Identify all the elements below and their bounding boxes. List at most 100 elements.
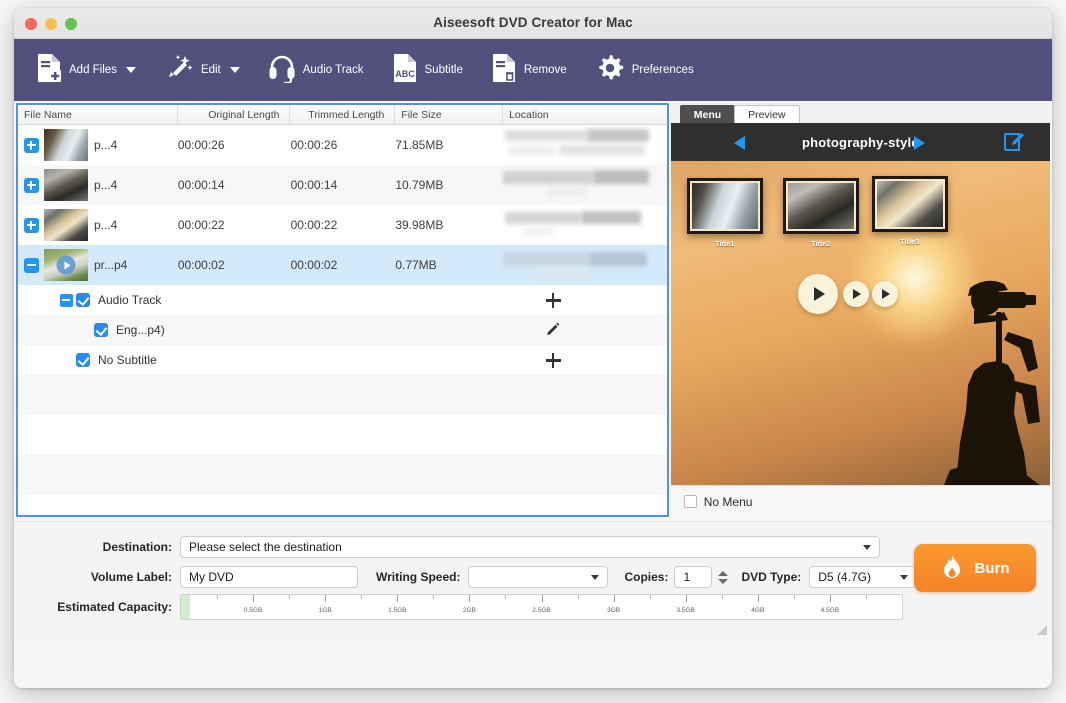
cell-trimmed-length: 00:00:22 — [290, 218, 338, 232]
play-title-1-button[interactable] — [842, 281, 869, 307]
volume-label-label: Volume Label: — [90, 570, 172, 584]
expand-plus-icon — [23, 177, 39, 193]
add-files-icon — [36, 53, 62, 88]
capacity-tick-major — [613, 595, 615, 602]
column-header-file-size[interactable]: File Size — [395, 105, 504, 125]
frame-mat — [785, 181, 856, 231]
toolbar-edit-label: Edit — [200, 64, 221, 76]
row-expander[interactable] — [18, 177, 44, 193]
list-item[interactable]: No Subtitle — [18, 345, 667, 375]
row-expander[interactable] — [18, 137, 44, 153]
capacity-tick-minor — [577, 595, 579, 599]
tab-menu[interactable]: Menu — [679, 105, 736, 123]
capacity-tick-label: 4.5GB — [820, 607, 840, 614]
copies-input[interactable]: 1 — [674, 566, 713, 588]
title-thumbnail[interactable] — [686, 178, 763, 234]
capacity-tick-major — [757, 595, 759, 602]
toolbar-remove[interactable]: Remove — [491, 39, 581, 101]
table-row[interactable]: pr...p4 00:00:02 00:00:02 0.77MB — [18, 245, 667, 285]
table-row[interactable]: p...4 00:00:22 00:00:22 39.98MB — [18, 205, 667, 245]
table-row[interactable]: p...4 00:00:14 00:00:14 10.79MB — [18, 165, 667, 205]
capacity-tick-major — [397, 595, 399, 602]
toolbar-preferences[interactable]: Preferences — [595, 39, 708, 101]
title-thumbnail[interactable] — [782, 178, 859, 234]
destination-select[interactable]: Please select the destination — [180, 536, 880, 558]
copies-value: 1 — [683, 570, 691, 584]
file-list-header: File Name Original Length Trimmed Length… — [18, 105, 667, 125]
cell-original-length: 00:00:14 — [177, 178, 225, 192]
toolbar-audio-track[interactable]: Audio Track — [268, 39, 378, 101]
row-collapser[interactable] — [18, 257, 44, 273]
column-header-original-length[interactable]: Original Length — [178, 105, 291, 125]
writing-speed-select[interactable] — [468, 566, 609, 588]
video-thumbnail — [44, 169, 88, 201]
cell-location-redacted — [503, 245, 667, 285]
add-subtitle-button[interactable] — [542, 349, 564, 371]
cell-trimmed-length: 00:00:02 — [290, 258, 338, 272]
chevron-down-icon[interactable] — [229, 67, 240, 73]
capacity-tick-minor — [289, 595, 291, 599]
stepper-up-icon[interactable] — [717, 570, 728, 576]
edit-audio-stream-button[interactable] — [542, 319, 564, 341]
cell-file-size: 71.85MB — [395, 138, 444, 152]
dvd-type-value: D5 (4.7G) — [818, 570, 871, 584]
cell-file-name: pr...p4 — [94, 258, 128, 272]
toolbar-remove-label: Remove — [523, 64, 567, 76]
cell-file-name: p...4 — [94, 138, 118, 152]
burn-settings-panel: Destination: Please select the destinati… — [14, 521, 1052, 639]
file-list-panel[interactable]: File Name Original Length Trimmed Length… — [16, 103, 669, 517]
writing-speed-label: Writing Speed: — [376, 570, 461, 584]
edit-menu-button[interactable] — [1004, 131, 1026, 153]
title-thumbnail[interactable] — [871, 176, 948, 232]
main-toolbar: Add Files Edit Audio Track ABC Subtitle … — [14, 39, 1052, 101]
toolbar-add-files[interactable]: Add Files — [36, 39, 150, 101]
burn-button[interactable]: Burn — [914, 544, 1036, 592]
headphones-icon — [268, 53, 296, 88]
menu-template-preview[interactable]: Title1 Title2 Title3 — [670, 161, 1050, 485]
audio-track-collapser[interactable] — [56, 293, 76, 307]
title-label: Title2 — [811, 239, 831, 248]
no-subtitle-label: No Subtitle — [98, 353, 157, 367]
cell-location-redacted — [503, 125, 667, 165]
column-header-location[interactable]: Location — [503, 105, 667, 125]
toolbar-subtitle[interactable]: ABC Subtitle — [392, 39, 477, 101]
column-header-file-name[interactable]: File Name — [18, 105, 178, 125]
next-template-button[interactable] — [913, 136, 925, 150]
toolbar-edit[interactable]: Edit — [164, 39, 254, 101]
tab-preview[interactable]: Preview — [734, 105, 800, 123]
toolbar-subtitle-label: Subtitle — [424, 64, 463, 76]
cell-trimmed-length: 00:00:26 — [290, 138, 338, 152]
play-title-2-button[interactable] — [871, 281, 898, 307]
dvd-type-select[interactable]: D5 (4.7G) — [809, 566, 918, 588]
audio-track-checkbox[interactable] — [76, 293, 90, 307]
dvd-type-label: DVD Type: — [741, 570, 802, 584]
pencil-edit-icon — [547, 322, 560, 336]
destination-label: Destination: — [102, 540, 172, 554]
chevron-down-icon[interactable] — [125, 67, 136, 73]
stepper-down-icon[interactable] — [717, 578, 728, 584]
audio-stream-checkbox[interactable] — [94, 323, 108, 337]
window-resize-handle[interactable] — [1035, 623, 1048, 636]
capacity-tick-minor — [865, 595, 867, 599]
list-item[interactable]: Audio Track — [18, 285, 667, 315]
add-audio-track-button[interactable] — [542, 289, 564, 311]
audio-track-label: Audio Track — [98, 293, 162, 307]
svg-text:ABC: ABC — [395, 69, 415, 79]
copies-stepper[interactable] — [716, 566, 729, 588]
volume-label-input[interactable]: My DVD — [180, 566, 358, 588]
list-item[interactable]: Eng...p4) — [18, 315, 667, 345]
play-all-button[interactable] — [797, 274, 838, 314]
play-overlay-icon — [56, 255, 76, 275]
column-header-trimmed-length[interactable]: Trimmed Length — [290, 105, 396, 125]
table-row[interactable]: p...4 00:00:26 00:00:26 71.85MB — [18, 125, 667, 165]
file-list-body: p...4 00:00:26 00:00:26 71.85MB p...4 00… — [18, 125, 667, 515]
template-selector-bar: photography-style — [670, 123, 1050, 161]
remove-file-icon — [491, 53, 517, 88]
capacity-tick-label: 4GB — [751, 607, 765, 614]
row-expander[interactable] — [18, 217, 44, 233]
capacity-tick-minor — [433, 595, 435, 599]
capacity-tick-label: 3GB — [607, 607, 621, 614]
thumbnail-image — [691, 183, 758, 229]
no-subtitle-checkbox[interactable] — [76, 353, 90, 367]
no-menu-checkbox[interactable] — [683, 495, 697, 508]
